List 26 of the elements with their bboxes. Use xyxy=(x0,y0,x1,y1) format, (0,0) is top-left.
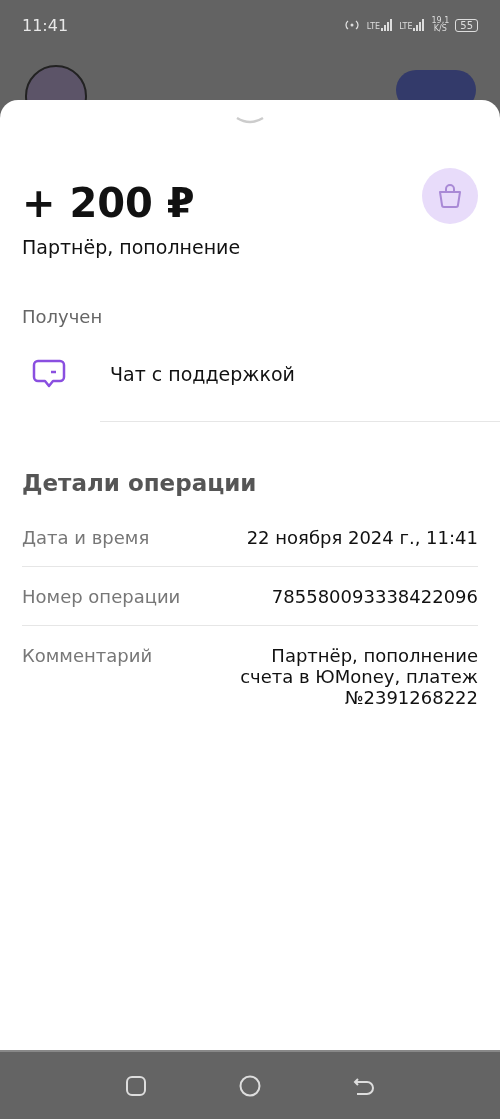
details-heading: Детали операции xyxy=(22,470,258,496)
shopping-bag-icon xyxy=(422,168,478,224)
detail-label: Дата и время xyxy=(22,527,150,548)
operation-amount: + 200 ₽ xyxy=(22,180,196,226)
background-button-icon xyxy=(396,70,476,100)
network-speed: 19,1 xyxy=(431,17,450,25)
support-chat-link[interactable]: Чат с поддержкой xyxy=(110,363,295,385)
hotspot-icon xyxy=(342,19,361,31)
detail-value: 22 ноября 2024 г., 11:41 xyxy=(246,527,478,548)
speed-unit: K/S xyxy=(433,25,447,33)
operation-status: Получен xyxy=(22,306,104,327)
operation-title: Партнёр, пополнение xyxy=(22,236,241,258)
signal-icon xyxy=(413,19,426,31)
network-label: LTE xyxy=(366,22,381,31)
signal-icon xyxy=(381,19,394,31)
recents-button[interactable] xyxy=(125,1074,147,1097)
collapse-handle-icon[interactable] xyxy=(235,116,265,126)
chat-icon xyxy=(32,359,66,389)
network-label: LTE xyxy=(399,22,413,31)
status-time: 11:41 xyxy=(22,15,70,35)
detail-value: 785580093338422096 xyxy=(271,586,478,607)
detail-label: Комментарий xyxy=(22,645,153,666)
detail-label: Номер операции xyxy=(22,586,181,607)
home-button[interactable] xyxy=(239,1074,261,1097)
detail-value: Партнёр, пополнение счета в ЮMoney, платеж №2391268222 xyxy=(239,645,478,708)
battery-indicator: 55 xyxy=(455,18,478,32)
